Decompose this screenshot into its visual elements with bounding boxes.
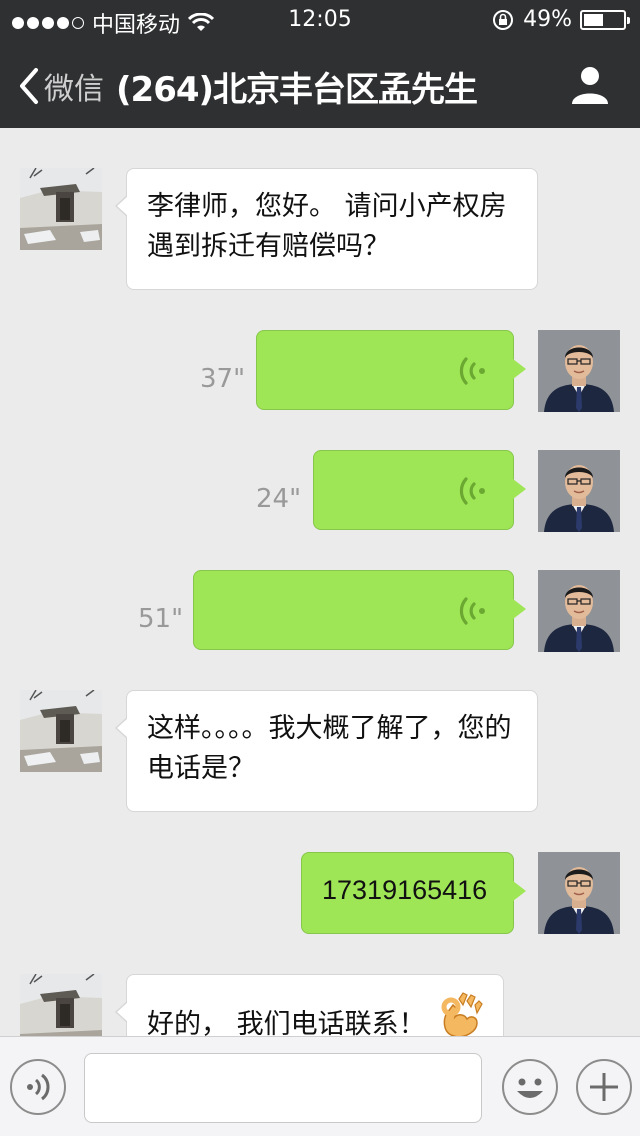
more-button[interactable] bbox=[576, 1059, 632, 1115]
voice-input-icon bbox=[27, 1073, 50, 1101]
voice-duration: 37" bbox=[200, 364, 246, 394]
voice-playback-icon bbox=[459, 477, 485, 505]
message-text: 好的， 我们电话联系！ bbox=[147, 1009, 426, 1036]
ok-hand-emoji bbox=[441, 992, 483, 1036]
voice-input-button[interactable] bbox=[10, 1059, 66, 1115]
voice-duration: 51" bbox=[138, 604, 184, 634]
received-message-bubble[interactable]: 这样。。。。我大概了解了，您的电话是？ bbox=[115, 690, 538, 812]
my-avatar[interactable] bbox=[538, 852, 620, 934]
smiley-icon bbox=[517, 1078, 543, 1098]
received-message-bubble[interactable]: 好的， 我们电话联系！ bbox=[115, 974, 504, 1036]
rotation-lock-icon bbox=[493, 9, 514, 30]
battery-icon bbox=[580, 9, 630, 30]
plus-icon bbox=[590, 1073, 618, 1101]
message-text: 17319165416 bbox=[322, 875, 488, 905]
message-input[interactable] bbox=[84, 1053, 482, 1123]
message-text: 这样。。。。我大概了解了，您的电话是？ bbox=[147, 713, 512, 784]
chevron-left-icon bbox=[20, 68, 38, 104]
contact-avatar[interactable] bbox=[20, 690, 102, 772]
nav-bar: 微信 (264)北京丰台区孟先生 bbox=[0, 40, 640, 128]
input-bar bbox=[0, 1036, 640, 1136]
my-avatar[interactable] bbox=[538, 570, 620, 652]
received-message-bubble[interactable]: 李律师，您好。 请问小产权房遇到拆迁有赔偿吗？ bbox=[115, 168, 538, 290]
back-label: 微信 bbox=[44, 72, 104, 107]
status-right: 49% bbox=[491, 7, 630, 32]
message-text: 李律师，您好。 请问小产权房遇到拆迁有赔偿吗？ bbox=[147, 191, 507, 262]
battery-percent: 49% bbox=[523, 7, 572, 32]
voice-message-bubble[interactable] bbox=[256, 330, 526, 410]
voice-duration: 24" bbox=[256, 484, 302, 514]
voice-playback-icon bbox=[459, 357, 485, 385]
back-button[interactable]: 微信 bbox=[18, 64, 104, 108]
status-bar: 中国移动 12:05 49% bbox=[0, 0, 640, 40]
voice-message-bubble[interactable] bbox=[313, 450, 526, 530]
battery-level bbox=[584, 13, 603, 26]
message-list[interactable]: 李律师，您好。 请问小产权房遇到拆迁有赔偿吗？ 37" 24" 51" 这样。。。。我大… bbox=[0, 128, 640, 1036]
person-icon[interactable] bbox=[570, 64, 610, 104]
emoji-button[interactable] bbox=[502, 1059, 558, 1115]
sent-message-bubble[interactable]: 17319165416 bbox=[301, 852, 526, 934]
chat-title: (264)北京丰台区孟先生 bbox=[116, 70, 478, 110]
voice-playback-icon bbox=[459, 597, 485, 625]
contact-avatar[interactable] bbox=[20, 168, 102, 250]
voice-message-bubble[interactable] bbox=[193, 570, 526, 650]
my-avatar[interactable] bbox=[538, 330, 620, 412]
contact-avatar[interactable] bbox=[20, 974, 102, 1036]
my-avatar[interactable] bbox=[538, 450, 620, 532]
